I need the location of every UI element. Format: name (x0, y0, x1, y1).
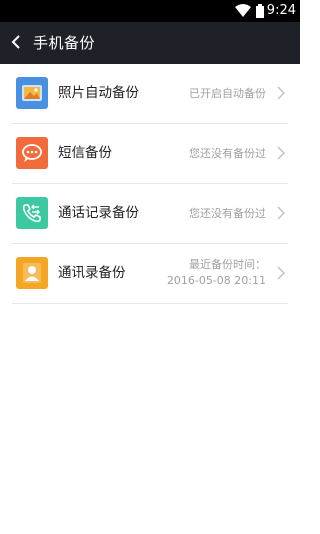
list-item-call-log-backup[interactable]: 通话记录备份 您还没有备份过 (12, 184, 288, 244)
item-label: 通讯录备份 (58, 265, 126, 281)
contact-icon (16, 257, 48, 289)
item-label: 短信备份 (58, 145, 112, 161)
list-item-sms-backup[interactable]: 短信备份 您还没有备份过 (12, 124, 288, 184)
list-item-photo-backup[interactable]: 照片自动备份 已开启自动备份 (12, 64, 288, 124)
item-status: 您还没有备份过 (189, 147, 266, 160)
chevron-right-icon (277, 266, 286, 280)
last-backup-caption: 最近备份时间： (189, 258, 266, 271)
item-status: 您还没有备份过 (189, 207, 266, 220)
chevron-right-icon (277, 146, 286, 160)
page-title: 手机备份 (33, 34, 96, 52)
item-label: 通话记录备份 (58, 205, 139, 221)
chevron-right-icon (277, 206, 286, 220)
back-button[interactable] (6, 30, 26, 54)
item-status: 已开启自动备份 (189, 87, 266, 100)
phone-log-icon (16, 197, 48, 229)
status-time: 9:24 (266, 3, 296, 18)
status-bar: 9:24 (0, 0, 300, 22)
back-chevron-icon (11, 35, 20, 49)
last-backup-time: 2016-05-08 20:11 (166, 274, 266, 287)
chevron-right-icon (277, 86, 286, 100)
app-bar: 手机备份 (0, 22, 300, 64)
wifi-icon (235, 4, 251, 17)
photo-icon (16, 77, 48, 109)
list-item-contacts-backup[interactable]: 通讯录备份 最近备份时间： 2016-05-08 20:11 (12, 244, 288, 304)
battery-icon (256, 4, 264, 18)
item-label: 照片自动备份 (58, 85, 139, 101)
backup-list: 照片自动备份 已开启自动备份 短信备份 您还没有备份过 通话记录备份 您还没有备… (0, 64, 300, 304)
message-icon (16, 137, 48, 169)
item-status: 最近备份时间： 2016-05-08 20:11 (167, 257, 266, 289)
